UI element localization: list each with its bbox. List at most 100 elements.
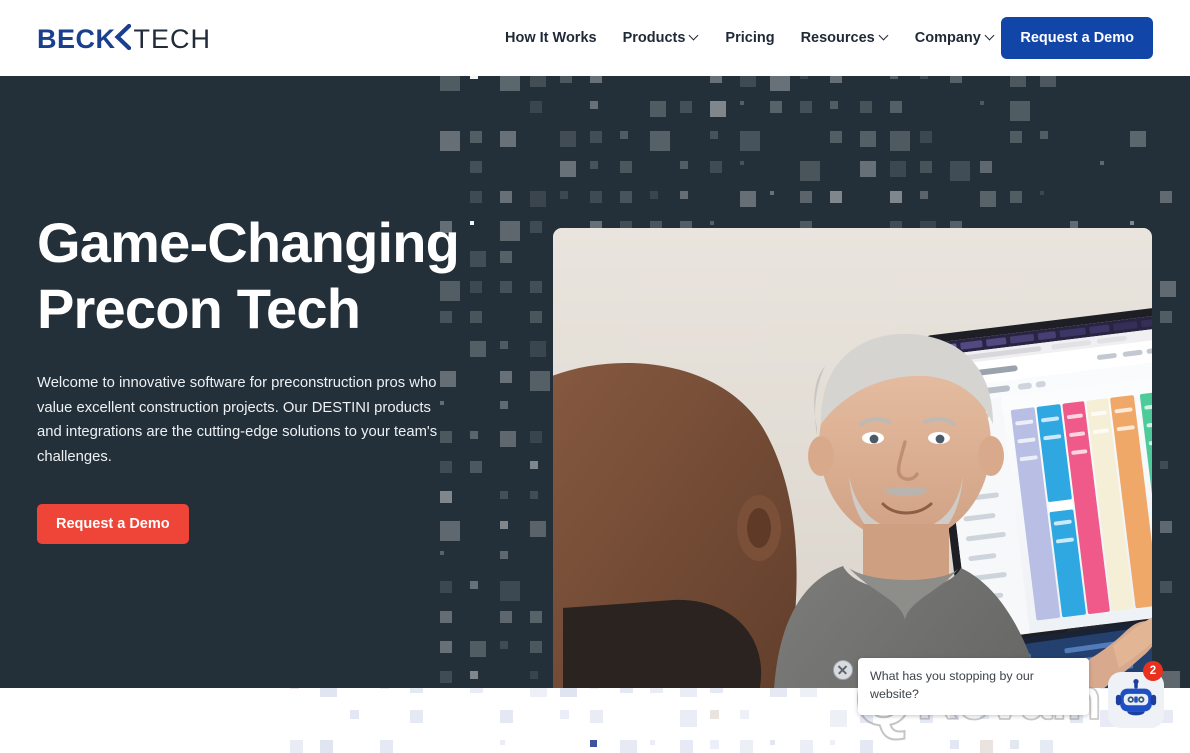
pattern-square	[500, 641, 508, 649]
pattern-square	[1160, 191, 1172, 203]
pattern-square-light	[380, 688, 389, 689]
nav-company[interactable]: Company	[915, 26, 995, 50]
pattern-square	[1160, 281, 1176, 297]
pattern-square-light	[770, 688, 787, 697]
pattern-square	[530, 341, 546, 357]
pattern-square-light	[680, 740, 693, 753]
pattern-square	[1010, 191, 1022, 203]
hero-request-demo-button[interactable]: Request a Demo	[37, 503, 189, 544]
pattern-square	[770, 191, 774, 195]
nav-how-it-works[interactable]: How It Works	[505, 26, 597, 50]
pattern-square	[770, 76, 790, 91]
pattern-square	[980, 101, 984, 105]
pattern-square-light	[860, 740, 873, 753]
pattern-square	[530, 611, 542, 623]
chat-message-bubble[interactable]: What has you stopping by our website?	[858, 658, 1089, 715]
close-circle-icon[interactable]	[833, 660, 853, 680]
pattern-square-light	[530, 688, 547, 697]
pattern-square	[1160, 461, 1168, 469]
pattern-square	[590, 76, 602, 83]
pattern-square	[710, 101, 726, 117]
nav-resources[interactable]: Resources	[801, 26, 889, 50]
nav-how-it-works-label: How It Works	[505, 30, 597, 46]
pattern-square	[530, 76, 546, 87]
header-request-demo-button[interactable]: Request a Demo	[1001, 17, 1153, 59]
pattern-square	[590, 161, 598, 169]
pattern-square	[500, 491, 508, 499]
pattern-square-light	[710, 740, 719, 749]
pattern-square	[1160, 581, 1172, 593]
pattern-square-light	[470, 688, 483, 693]
pattern-square	[650, 131, 670, 151]
pattern-square	[830, 191, 842, 203]
pattern-square	[530, 311, 542, 323]
pattern-square	[1040, 131, 1048, 139]
pattern-square	[500, 281, 512, 293]
hero-title: Game-Changing Precon Tech	[37, 210, 477, 341]
pattern-square-light	[800, 688, 817, 697]
pattern-square	[920, 131, 932, 143]
pattern-square	[650, 191, 658, 199]
pattern-square	[500, 581, 520, 601]
nav-products[interactable]: Products	[623, 26, 700, 50]
pattern-square	[470, 641, 486, 657]
pattern-square	[830, 131, 842, 143]
pattern-square	[1010, 101, 1030, 121]
pattern-square	[800, 191, 812, 203]
pattern-square	[440, 551, 444, 555]
pattern-square	[500, 431, 516, 447]
pattern-square	[1010, 76, 1026, 87]
nav-pricing[interactable]: Pricing	[725, 26, 774, 50]
pattern-square-light	[620, 740, 637, 753]
pattern-square	[500, 191, 512, 203]
pattern-square	[770, 101, 782, 113]
pattern-square	[530, 641, 542, 653]
pattern-square-light	[830, 740, 835, 745]
pattern-square	[500, 551, 508, 559]
pattern-square	[590, 101, 598, 109]
pattern-square-light	[680, 710, 697, 727]
pattern-square-light	[560, 710, 569, 719]
hero-section: Game-Changing Precon Tech Welcome to inn…	[0, 76, 1190, 688]
pattern-square	[440, 611, 452, 623]
pattern-square	[470, 131, 482, 143]
pattern-square-light	[590, 740, 597, 747]
pattern-square-light	[620, 688, 633, 693]
pattern-square-light	[740, 740, 753, 753]
nav-resources-label: Resources	[800, 30, 875, 46]
pattern-square	[1040, 76, 1056, 87]
pattern-square	[500, 76, 520, 91]
logo-text-tech: TECH	[133, 23, 212, 54]
chevron-down-icon	[880, 32, 889, 41]
pattern-square	[440, 671, 452, 683]
pattern-square-light	[1040, 740, 1053, 753]
logo-text-beck: BECK	[37, 23, 116, 54]
pattern-square	[950, 76, 962, 83]
pattern-square-light	[320, 740, 333, 753]
pattern-square	[590, 131, 602, 143]
pattern-square	[740, 131, 760, 151]
pattern-square-light	[830, 710, 847, 727]
hero-photo	[553, 228, 1152, 688]
pattern-square-light	[590, 710, 603, 723]
page-root: BECK TECH How It Works Products Pricing …	[0, 0, 1190, 753]
pattern-square	[710, 76, 722, 83]
pattern-square	[440, 641, 452, 653]
pattern-square	[590, 191, 602, 203]
pattern-square	[740, 76, 756, 87]
pattern-square	[830, 101, 838, 109]
pattern-square	[470, 671, 478, 679]
hero-title-line-1: Game-Changing	[37, 211, 460, 274]
chat-unread-badge[interactable]: 2	[1143, 661, 1163, 681]
pattern-square	[560, 191, 568, 199]
pattern-square-light	[800, 740, 813, 753]
pattern-square-light	[710, 710, 719, 719]
pattern-square	[680, 101, 692, 113]
nav-products-label: Products	[622, 30, 686, 46]
pattern-square-light	[650, 688, 663, 693]
pattern-square	[560, 161, 576, 177]
brand-logo[interactable]: BECK TECH	[37, 23, 212, 54]
pattern-square	[950, 161, 970, 181]
pattern-square	[800, 161, 820, 181]
pattern-square-light	[590, 688, 599, 689]
